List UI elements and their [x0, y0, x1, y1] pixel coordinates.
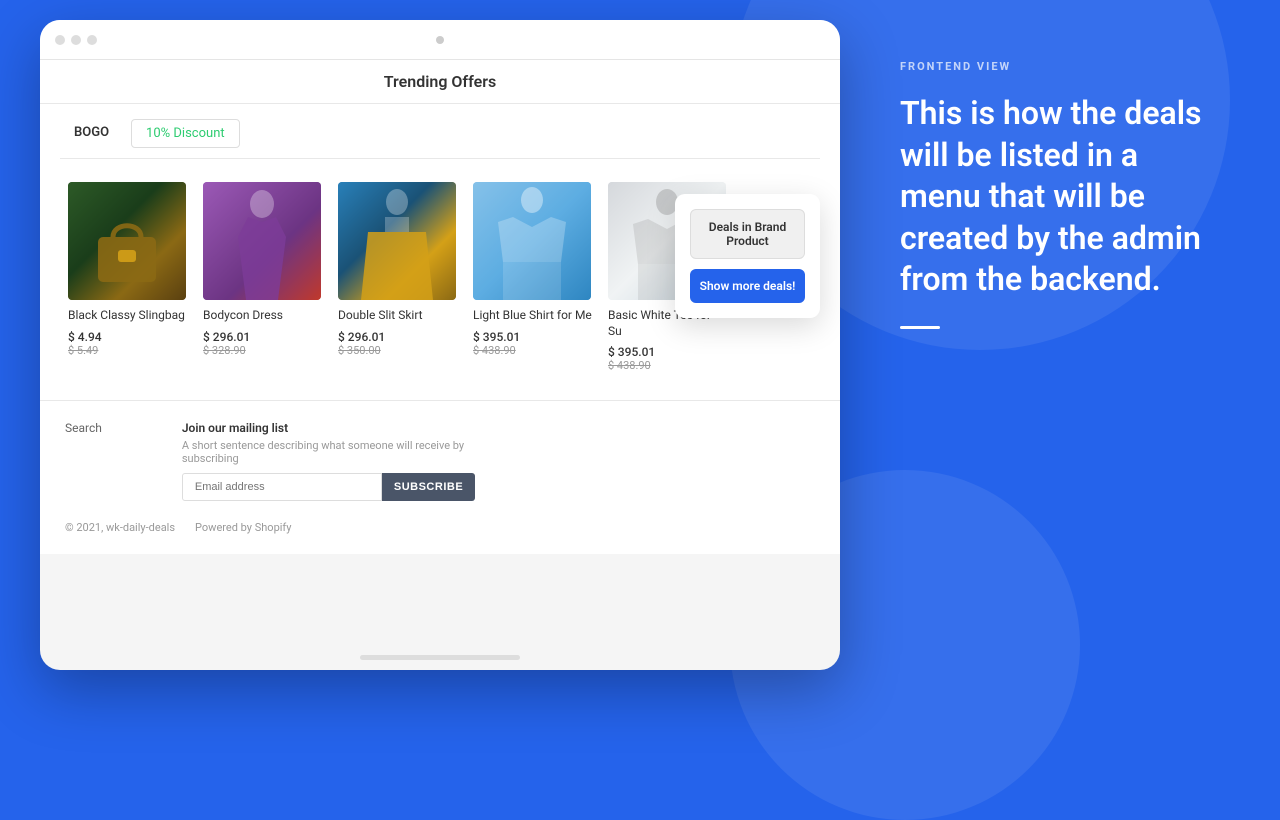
product-image-1 — [68, 182, 186, 300]
product-original-4: $ 438.90 — [473, 344, 592, 357]
powered-by: Powered by Shopify — [195, 521, 291, 534]
bottom-hint-bar — [360, 655, 520, 660]
divider-line — [900, 326, 940, 329]
product-original-1: $ 5.49 — [68, 344, 187, 357]
content-area: BOGO 10% Discount — [40, 104, 840, 400]
product-image-2 — [203, 182, 321, 300]
browser-dots — [55, 35, 97, 45]
subscribe-button[interactable]: SUBSCRIBE — [382, 473, 475, 501]
copyright: © 2021, wk-daily-deals — [65, 521, 175, 534]
product-price-4: $ 395.01 — [473, 330, 592, 344]
product-title-1: Black Classy Slingbag — [68, 308, 187, 324]
products-section: Black Classy Slingbag $ 4.94 $ 5.49 — [60, 174, 820, 380]
tab-bogo[interactable]: BOGO — [60, 119, 123, 148]
email-form: SUBSCRIBE — [182, 473, 482, 501]
browser-dot-1 — [55, 35, 65, 45]
footer-mailing: Join our mailing list A short sentence d… — [182, 421, 482, 501]
product-price-3: $ 296.01 — [338, 330, 457, 344]
product-image-4 — [473, 182, 591, 300]
deals-in-brand-button[interactable]: Deals in Brand Product — [690, 209, 805, 259]
product-card-1[interactable]: Black Classy Slingbag $ 4.94 $ 5.49 — [60, 174, 195, 380]
floating-deals-card: Deals in Brand Product Show more deals! — [675, 194, 820, 318]
product-original-3: $ 350.00 — [338, 344, 457, 357]
trending-title: Trending Offers — [60, 72, 820, 91]
right-panel: FRONTEND VIEW This is how the deals will… — [870, 20, 1240, 369]
product-card-4[interactable]: Light Blue Shirt for Me $ 395.01 $ 438.9… — [465, 174, 600, 380]
mailing-desc: A short sentence describing what someone… — [182, 439, 482, 465]
product-price-1: $ 4.94 — [68, 330, 187, 344]
description-text: This is how the deals will be listed in … — [900, 93, 1220, 301]
tabs-container: BOGO 10% Discount — [60, 104, 820, 159]
product-image-3 — [338, 182, 456, 300]
browser-topbar — [40, 20, 840, 60]
browser-dot-2 — [71, 35, 81, 45]
footer-search[interactable]: Search — [65, 421, 102, 501]
product-title-4: Light Blue Shirt for Me — [473, 308, 592, 324]
product-price-5: $ 395.01 — [608, 345, 727, 359]
product-original-2: $ 328.90 — [203, 344, 322, 357]
footer-content: Search Join our mailing list A short sen… — [65, 421, 815, 501]
browser-panel: Trending Offers BOGO 10% Discount — [40, 20, 840, 670]
product-price-2: $ 296.01 — [203, 330, 322, 344]
show-more-deals-button[interactable]: Show more deals! — [690, 269, 805, 303]
product-original-5: $ 438.90 — [608, 359, 727, 372]
product-title-2: Bodycon Dress — [203, 308, 322, 324]
footer-area: Search Join our mailing list A short sen… — [40, 400, 840, 554]
browser-indicator — [436, 36, 444, 44]
main-layout: Trending Offers BOGO 10% Discount — [40, 20, 1240, 700]
footer-bottom: © 2021, wk-daily-deals Powered by Shopif… — [65, 521, 815, 534]
frontend-label: FRONTEND VIEW — [900, 60, 1220, 73]
trending-bar: Trending Offers — [40, 60, 840, 104]
product-card-3[interactable]: Double Slit Skirt $ 296.01 $ 350.00 — [330, 174, 465, 380]
product-title-3: Double Slit Skirt — [338, 308, 457, 324]
email-input[interactable] — [182, 473, 382, 501]
mailing-title: Join our mailing list — [182, 421, 482, 435]
product-card-2[interactable]: Bodycon Dress $ 296.01 $ 328.90 — [195, 174, 330, 380]
browser-dot-3 — [87, 35, 97, 45]
tab-discount[interactable]: 10% Discount — [131, 119, 240, 148]
